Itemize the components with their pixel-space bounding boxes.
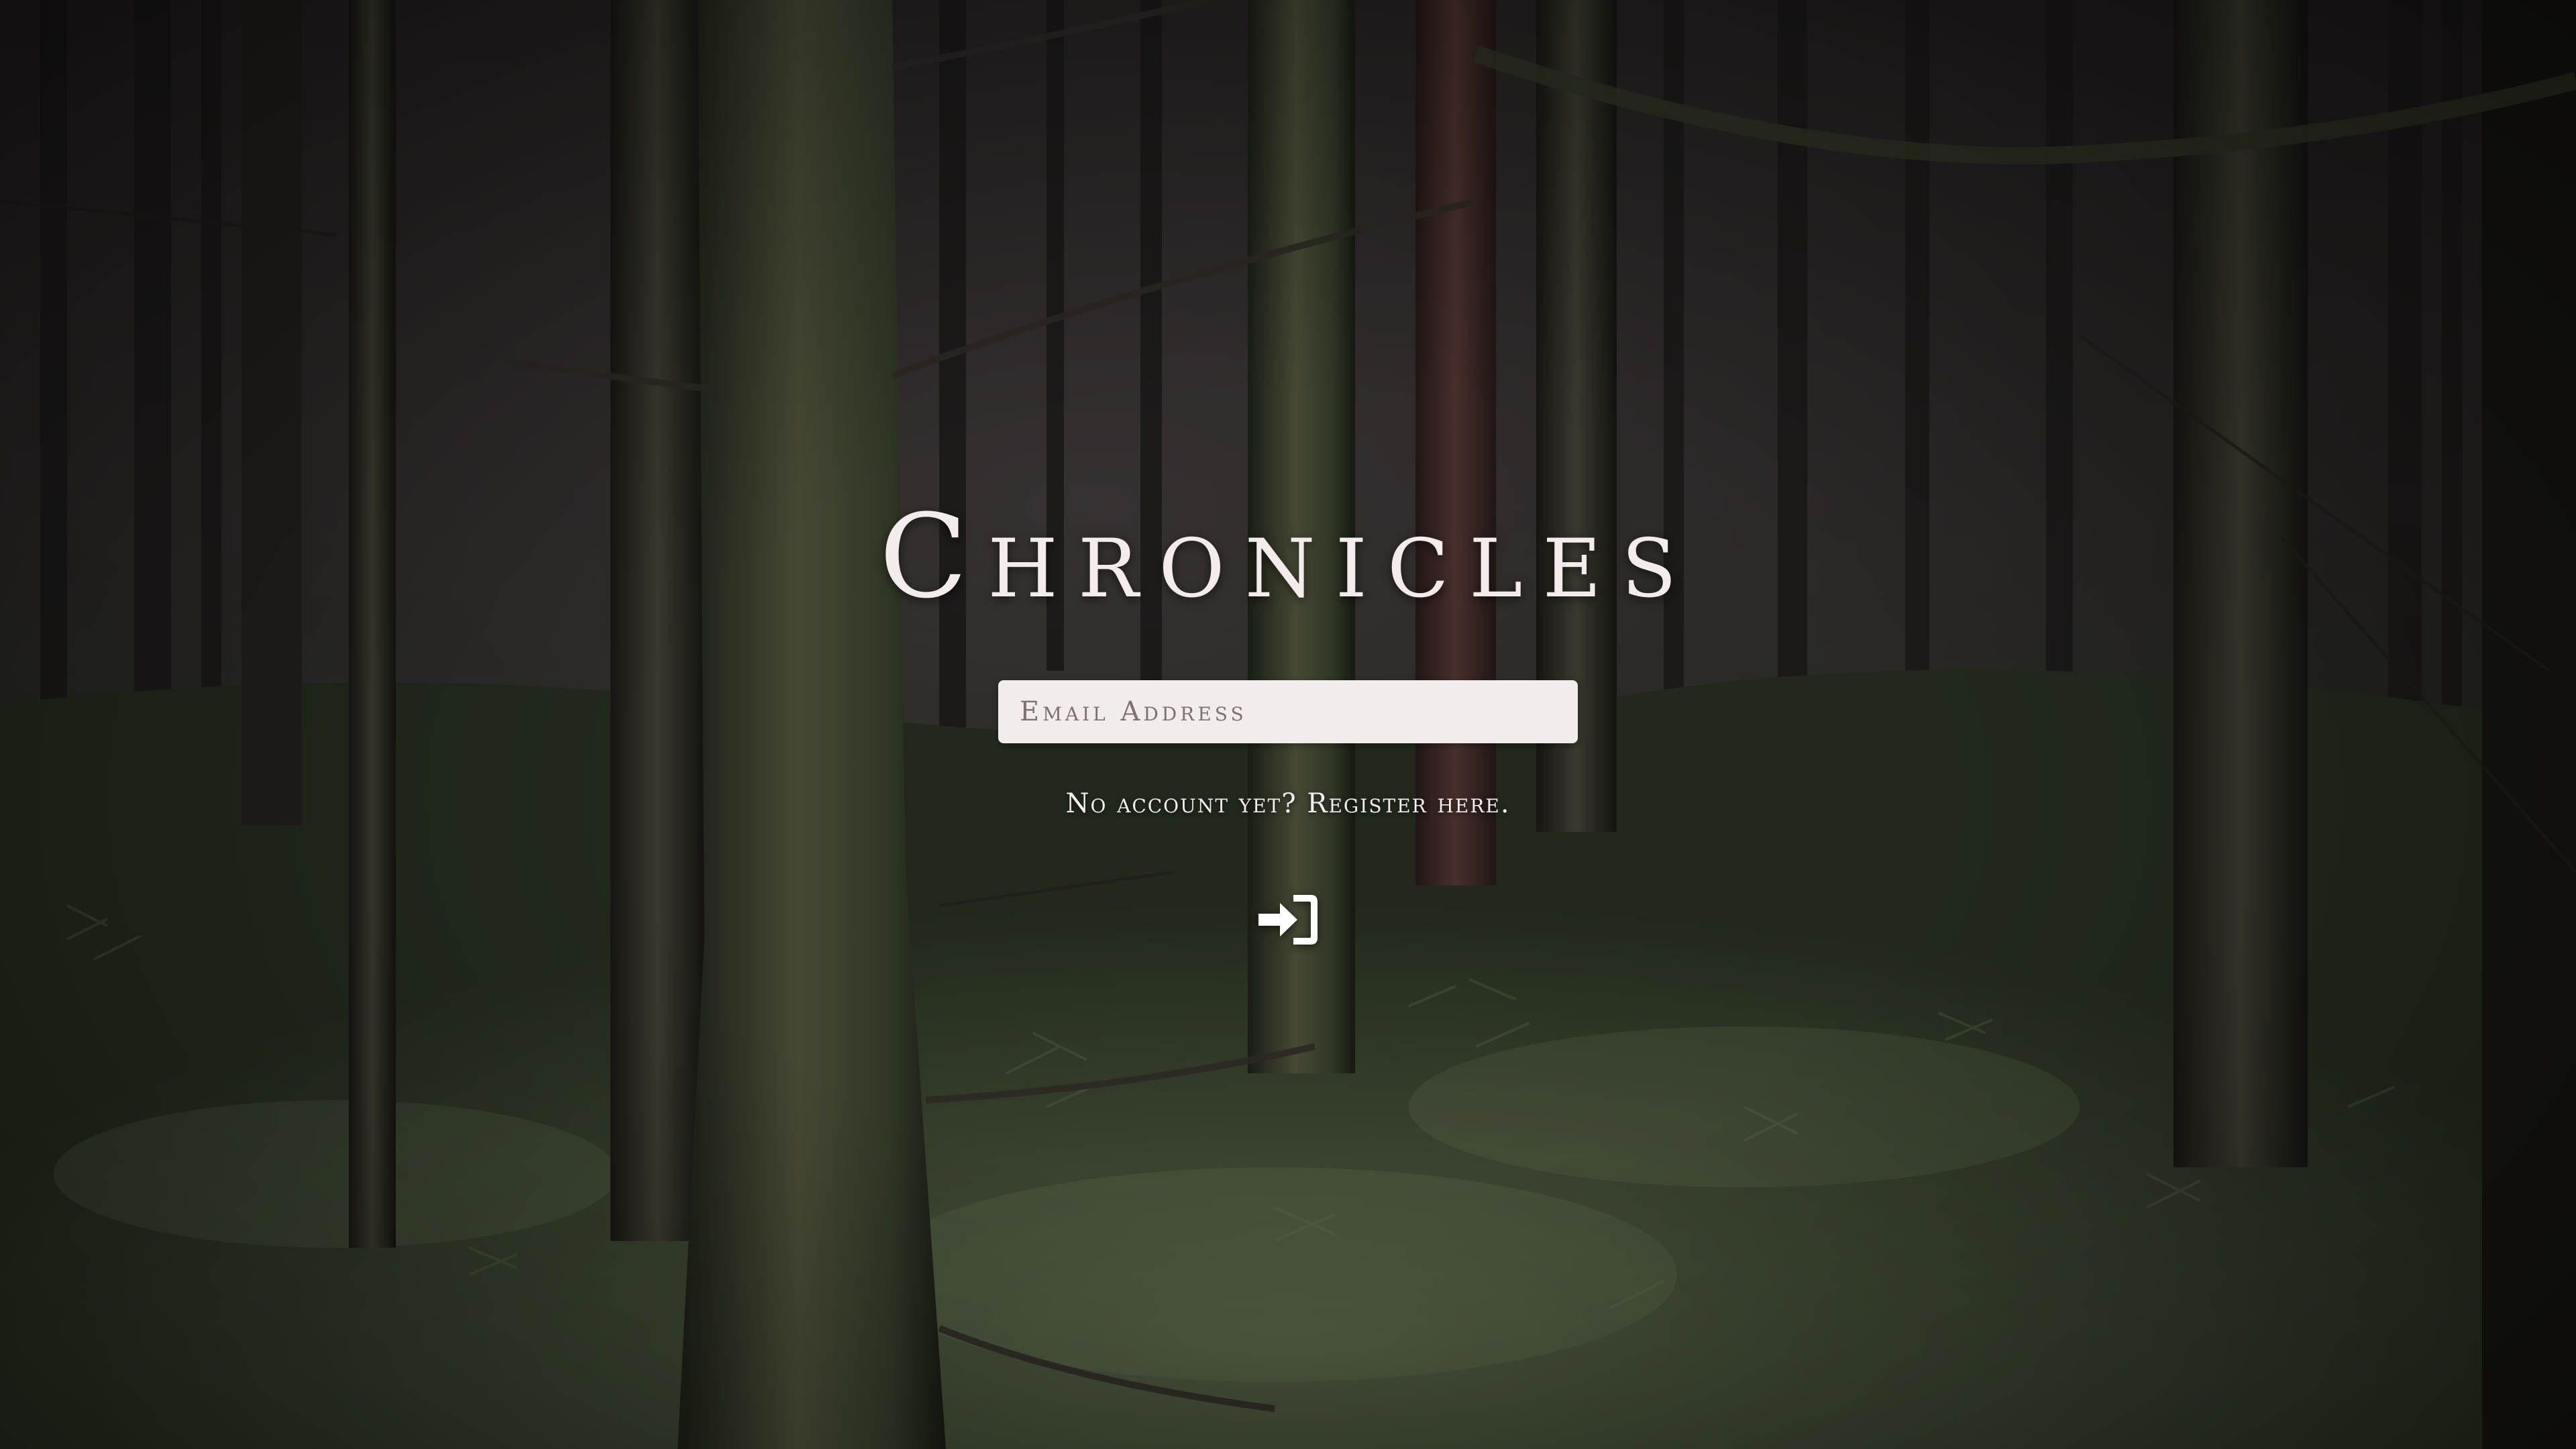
app-title: Chronicles — [879, 489, 1697, 624]
login-submit-button[interactable] — [1254, 890, 1322, 950]
register-link[interactable]: No account yet? Register here. — [0, 788, 2576, 819]
login-form: Chronicles No account yet? Register here… — [0, 0, 2576, 1449]
email-field[interactable] — [998, 680, 1578, 743]
sign-in-icon — [1258, 895, 1318, 945]
login-screen: Chronicles No account yet? Register here… — [0, 0, 2576, 1449]
